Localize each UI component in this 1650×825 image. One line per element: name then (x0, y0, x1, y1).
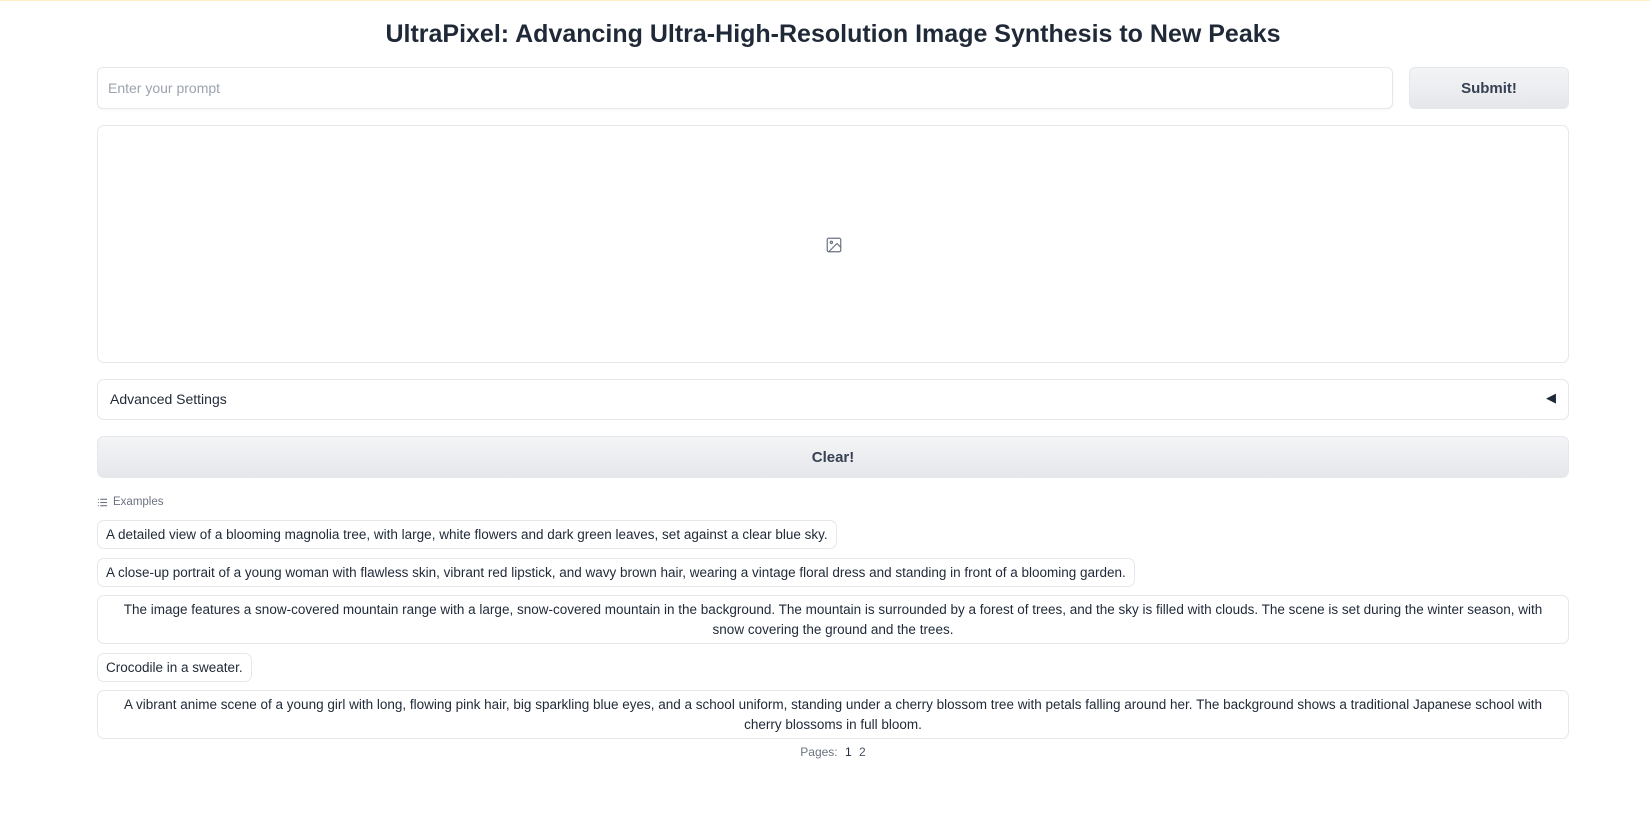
examples-label: Examples (113, 496, 164, 508)
caret-left-icon: ◀ (1546, 390, 1556, 405)
prompt-row: Submit! (97, 67, 1569, 109)
page-link-1[interactable]: 1 (845, 745, 852, 759)
advanced-settings-accordion[interactable]: Advanced Settings ◀ (97, 379, 1569, 420)
pagination-label: Pages: (800, 745, 838, 759)
example-item-1[interactable]: A detailed view of a blooming magnolia t… (97, 520, 837, 549)
example-item-3[interactable]: The image features a snow-covered mounta… (97, 595, 1569, 644)
example-item-4[interactable]: Crocodile in a sweater. (97, 653, 252, 682)
list-icon (97, 498, 108, 506)
submit-button[interactable]: Submit! (1409, 67, 1569, 109)
clear-button[interactable]: Clear! (97, 436, 1569, 478)
examples-header: Examples (97, 494, 164, 510)
image-output-panel (97, 125, 1569, 363)
example-item-5[interactable]: A vibrant anime scene of a young girl wi… (97, 690, 1569, 739)
example-item-2[interactable]: A close-up portrait of a young woman wit… (97, 558, 1135, 587)
pagination: Pages: 1 2 (97, 745, 1569, 759)
page-link-2[interactable]: 2 (859, 745, 866, 759)
advanced-settings-label: Advanced Settings (110, 391, 227, 407)
top-accent-line (0, 0, 1650, 1)
prompt-input[interactable] (97, 67, 1393, 109)
image-icon (826, 237, 842, 253)
page-title: UltraPixel: Advancing Ultra-High-Resolut… (385, 20, 1281, 48)
